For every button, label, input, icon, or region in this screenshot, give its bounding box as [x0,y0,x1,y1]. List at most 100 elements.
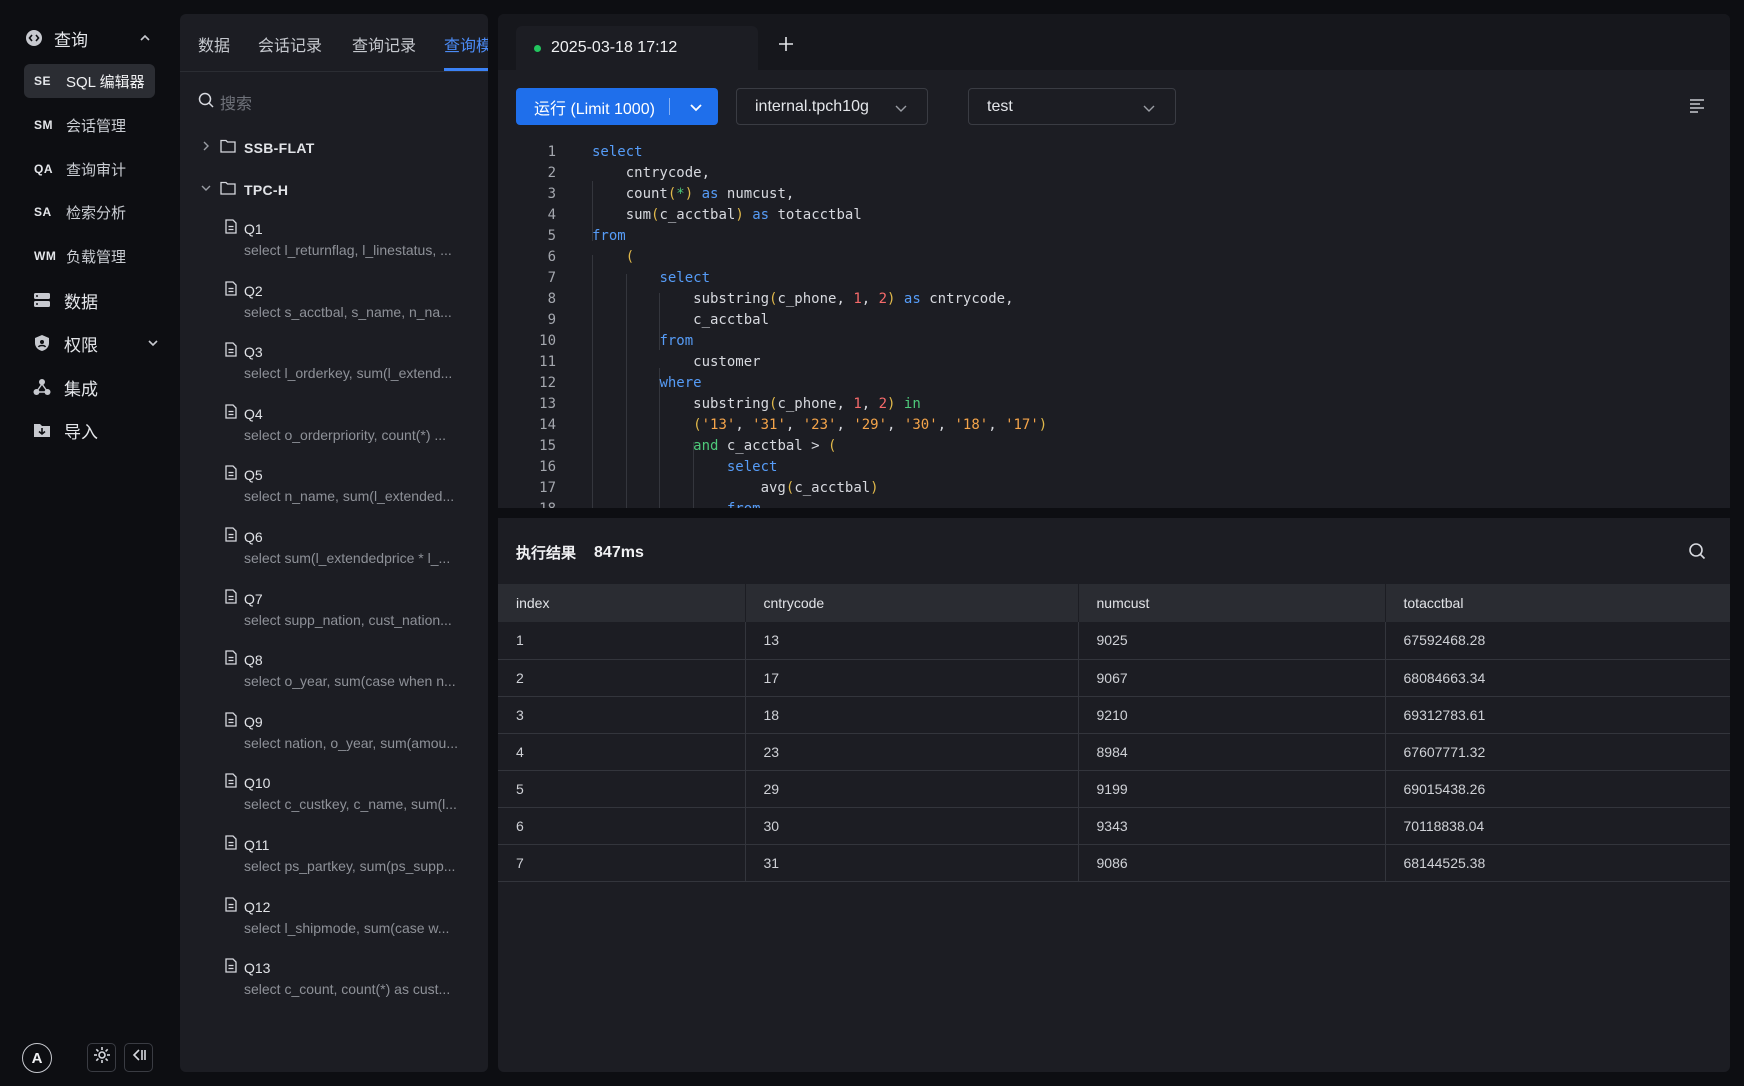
code-line: 2 cntrycode, [547,165,711,181]
query-template-head: Q10 [224,772,474,794]
theme-toggle-button[interactable] [87,1043,116,1072]
chevron-down-icon[interactable] [688,99,704,115]
nav-data[interactable]: 数据 [32,284,162,316]
table-row[interactable]: 4 23 8984 67607771.32 [498,733,1730,771]
run-button[interactable]: 运行 (Limit 1000) [516,88,718,125]
tab-query-templates[interactable]: 查询模板 [444,32,488,56]
run-label: 运行 (Limit 1000) [534,100,655,118]
query-template-sql: select l_returnflag, l_linestatus, ... [244,242,452,258]
nav-query-audit[interactable]: QA 查询审计 [24,152,155,186]
chevron-up-icon[interactable] [136,29,154,47]
query-template-item[interactable]: Q13 select c_count, count(*) as cust... [224,957,474,1005]
search-icon[interactable] [1688,542,1706,560]
query-template-name: Q10 [244,775,271,792]
query-template-sql: select supp_nation, cust_nation... [244,611,452,628]
folder-icon [220,181,236,200]
nav-workload-management[interactable]: WM 负载管理 [24,239,155,273]
catalog-select[interactable]: internal.tpch10g [736,88,928,125]
nav-section-query[interactable]: 查询 [24,22,154,54]
tab-data[interactable]: 数据 [198,32,230,56]
query-template-head: Q11 [224,834,474,856]
nav-sql-editor[interactable]: SE SQL 编辑器 [24,64,155,98]
collapse-sidebar-button[interactable] [124,1043,153,1072]
query-template-sql: select c_count, count(*) as cust... [244,981,451,998]
integration-icon [32,377,52,397]
query-template-item[interactable]: Q11 select ps_partkey, sum(ps_supp... [224,834,474,882]
table-cell: 67607771.32 [1385,733,1730,771]
column-header[interactable]: cntrycode [745,584,1079,622]
query-template-item[interactable]: Q2 select s_acctbal, s_name, n_na... [224,280,474,328]
code-line: 16 select [539,459,778,475]
run-divider [669,98,670,115]
query-template-name: Q2 [244,282,263,299]
query-template-name: Q13 [244,960,271,977]
gear-icon [93,1046,111,1069]
query-template-item[interactable]: Q5 select n_name, sum(l_extended... [224,464,474,512]
query-template-panel: 数据 会话记录 查询记录 查询模板 搜索 SSB-FLAT TPC-H Q1 se… [180,14,488,1072]
query-tab[interactable]: 2025-03-18 17:12 [516,26,758,70]
query-tab-title: 2025-03-18 17:12 [551,39,678,56]
nav-session-management[interactable]: SM 会话管理 [24,108,155,142]
code-line: 5 from [547,228,626,244]
query-template-sql: select o_year, sum(case when n... [244,673,456,690]
tab-session-records[interactable]: 会话记录 [258,32,322,56]
table-cell: 18 [745,696,1079,734]
code-editor[interactable]: 1 select 2 cntrycode, 3 count(*) as numcu… [498,144,1730,508]
query-template-head: Q4 [224,403,474,425]
table-cell: 30 [745,807,1079,845]
tab-query-records[interactable]: 查询记录 [352,32,416,56]
nav-import[interactable]: 导入 [32,414,162,446]
table-row[interactable]: 3 18 9210 69312783.61 [498,696,1730,734]
status-dot [534,44,541,52]
format-icon[interactable] [1688,96,1706,114]
database-select[interactable]: test [968,88,1176,125]
query-template-head: Q8 [224,649,474,671]
query-template-item[interactable]: Q6 select sum(l_extendedprice * l_... [224,526,474,574]
column-header[interactable]: numcust [1078,584,1386,622]
table-row[interactable]: 5 29 9199 69015438.26 [498,770,1730,808]
folder-tpc-h[interactable]: TPC-H [200,178,288,202]
query-template-item[interactable]: Q10 select c_custkey, c_name, sum(l... [224,772,474,820]
active-tab-indicator [444,68,488,71]
table-row[interactable]: 7 31 9086 68144525.38 [498,844,1730,882]
nav-permissions[interactable]: 权限 [32,327,162,359]
query-template-head: Q13 [224,957,474,979]
query-template-item[interactable]: Q1 select l_returnflag, l_linestatus, ... [224,218,474,266]
table-row[interactable]: 1 13 9025 67592468.28 [498,622,1730,660]
query-template-head: Q9 [224,711,474,733]
file-icon [224,404,238,424]
column-header[interactable]: index [498,584,746,622]
table-row[interactable]: 6 30 9343 70118838.04 [498,807,1730,845]
query-template-item[interactable]: Q9 select nation, o_year, sum(amou... [224,711,474,759]
avatar[interactable]: A [22,1043,52,1073]
results-title: 执行结果 [516,545,577,562]
file-icon [224,527,238,547]
tree-search[interactable]: 搜索 [198,90,470,114]
folder-icon [220,139,236,158]
nav-search-analysis[interactable]: SA 检索分析 [24,195,155,229]
query-template-item[interactable]: Q3 select l_orderkey, sum(l_extend... [224,341,474,389]
table-row[interactable]: 2 17 9067 68084663.34 [498,659,1730,697]
collapse-icon [131,1047,147,1068]
query-template-name: Q4 [244,405,263,422]
query-template-item[interactable]: Q12 select l_shipmode, sum(case w... [224,896,474,944]
table-body: 1 13 9025 67592468.28 2 17 9067 68084663.34 3 18 9… [498,622,1730,882]
query-template-item[interactable]: Q8 select o_year, sum(case when n... [224,649,474,697]
table-cell: 9086 [1078,844,1386,882]
folder-ssb-flat[interactable]: SSB-FLAT [200,136,315,160]
database-icon [32,290,52,310]
query-template-item[interactable]: Q7 select supp_nation, cust_nation... [224,588,474,636]
chevron-down-icon [1141,100,1157,116]
table-cell: 13 [745,622,1079,660]
column-header[interactable]: totacctbal [1385,584,1730,622]
code-line: 12 where [539,375,702,391]
chevron-down-icon [200,181,212,199]
table-cell: 9210 [1078,696,1386,734]
code-line: 17 avg(c_acctbal) [539,480,879,496]
query-template-item[interactable]: Q4 select o_orderpriority, count(*) ... [224,403,474,451]
nav-integration[interactable]: 集成 [32,371,162,403]
chevron-right-icon [200,139,212,157]
add-tab-button[interactable] [776,34,796,54]
nav-label: 会话管理 [66,117,127,135]
chevron-down-icon[interactable] [144,334,162,352]
